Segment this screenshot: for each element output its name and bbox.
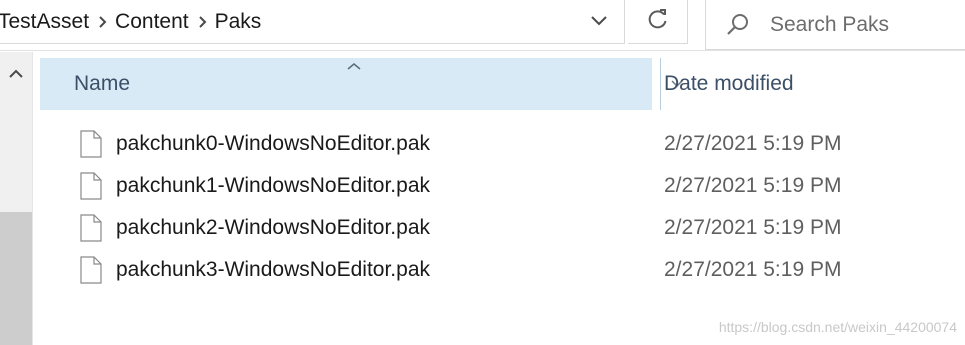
- file-name: pakchunk3-WindowsNoEditor.pak: [116, 258, 430, 281]
- column-header-name[interactable]: Name: [40, 58, 683, 110]
- file-name: pakchunk2-WindowsNoEditor.pak: [116, 216, 430, 239]
- scroll-thumb[interactable]: [0, 212, 32, 345]
- file-icon: [80, 130, 102, 158]
- breadcrumb-item-content[interactable]: Content: [115, 10, 189, 34]
- file-icon: [80, 256, 102, 284]
- file-date-modified: 2/27/2021 5:19 PM: [664, 132, 842, 155]
- chevron-up-icon: [8, 66, 24, 84]
- file-row[interactable]: pakchunk1-WindowsNoEditor.pak 2/27/2021 …: [40, 166, 965, 208]
- file-date-modified: 2/27/2021 5:19 PM: [664, 216, 842, 239]
- chevron-right-icon[interactable]: [189, 0, 215, 44]
- chevron-down-icon: [590, 13, 608, 31]
- refresh-button[interactable]: [628, 0, 688, 44]
- search-input[interactable]: Search Paks: [770, 13, 889, 37]
- file-row[interactable]: pakchunk3-WindowsNoEditor.pak 2/27/2021 …: [40, 250, 965, 292]
- file-icon: [80, 172, 102, 200]
- scroll-up-button[interactable]: [0, 60, 32, 90]
- file-date-modified: 2/27/2021 5:19 PM: [664, 258, 842, 281]
- refresh-icon: [647, 8, 669, 35]
- file-icon: [80, 214, 102, 242]
- column-header-name-label: Name: [74, 72, 131, 95]
- search-box[interactable]: Search Paks: [705, 0, 965, 50]
- sort-ascending-icon: [345, 58, 363, 76]
- file-date-modified: 2/27/2021 5:19 PM: [664, 174, 842, 197]
- breadcrumb[interactable]: TestAsset Content Paks: [0, 0, 625, 44]
- file-name: pakchunk0-WindowsNoEditor.pak: [116, 132, 430, 155]
- file-row[interactable]: pakchunk0-WindowsNoEditor.pak 2/27/2021 …: [40, 124, 965, 166]
- breadcrumb-item-testasset[interactable]: TestAsset: [0, 10, 89, 34]
- file-row[interactable]: pakchunk2-WindowsNoEditor.pak 2/27/2021 …: [40, 208, 965, 250]
- breadcrumb-item-paks[interactable]: Paks: [215, 10, 262, 34]
- navigation-pane-scrollbar[interactable]: [0, 52, 33, 345]
- address-bar: TestAsset Content Paks Search Paks: [0, 0, 965, 51]
- watermark: https://blog.csdn.net/weixin_44200074: [718, 319, 957, 335]
- address-history-button[interactable]: [574, 0, 624, 43]
- column-header-date-modified[interactable]: Date modified: [664, 72, 794, 96]
- file-name: pakchunk1-WindowsNoEditor.pak: [116, 174, 430, 197]
- search-icon: [706, 3, 770, 47]
- chevron-right-icon[interactable]: [89, 0, 115, 44]
